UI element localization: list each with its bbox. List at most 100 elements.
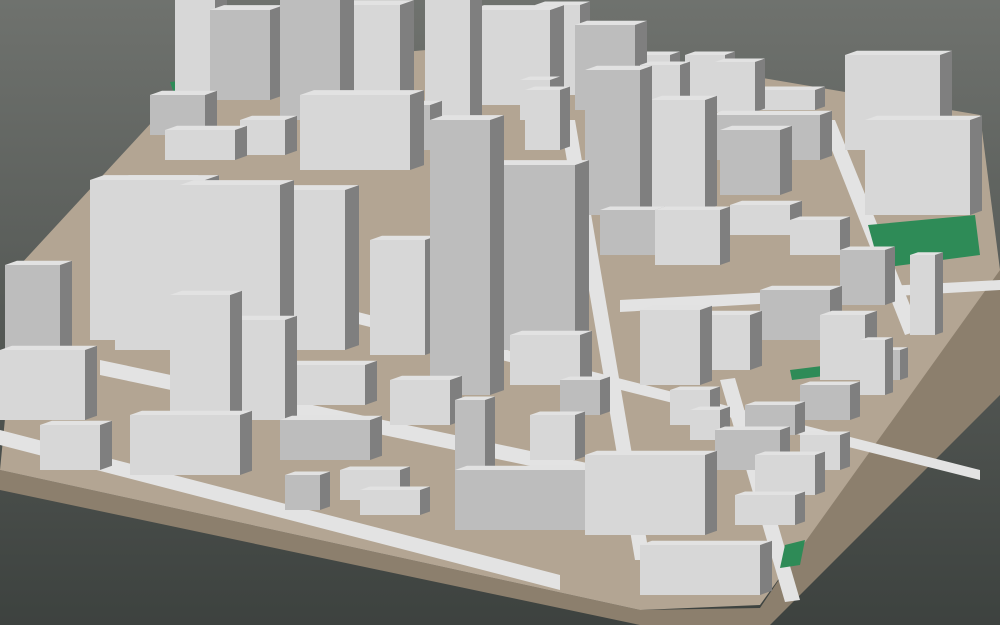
building-front-face: [130, 415, 240, 475]
building-front-face: [600, 210, 655, 255]
building: [5, 260, 72, 360]
building-side-face: [705, 450, 717, 535]
building-front-face: [730, 205, 790, 235]
building-roof: [760, 285, 842, 290]
building-front-face: [640, 545, 760, 595]
building: [390, 375, 462, 425]
building-side-face: [575, 160, 589, 350]
building-front-face: [5, 265, 60, 360]
building-side-face: [60, 260, 72, 360]
building: [165, 125, 247, 160]
building-front-face: [560, 380, 600, 415]
building-front-face: [40, 425, 100, 470]
building-roof: [390, 375, 462, 380]
building-front-face: [790, 220, 840, 255]
building-side-face: [370, 415, 382, 460]
building: [655, 206, 730, 265]
building-roof: [280, 415, 382, 420]
building-front-face: [165, 130, 235, 160]
building-front-face: [0, 350, 85, 420]
building-side-face: [760, 540, 772, 595]
building-side-face: [935, 252, 943, 335]
building-side-face: [235, 125, 247, 160]
building-side-face: [705, 95, 717, 210]
building: [240, 115, 297, 155]
building-roof: [710, 110, 832, 115]
building-roof: [510, 330, 592, 335]
building-side-face: [575, 411, 585, 460]
building-roof: [845, 50, 952, 55]
building-side-face: [795, 401, 805, 435]
building-roof: [720, 125, 792, 130]
building-side-face: [780, 125, 792, 195]
building: [40, 420, 112, 470]
building: [790, 216, 850, 255]
building: [370, 235, 437, 355]
building-front-face: [360, 490, 420, 515]
building-roof: [575, 20, 647, 25]
building: [0, 345, 97, 420]
building-front-face: [655, 210, 720, 265]
building-front-face: [390, 380, 450, 425]
building-front-face: [865, 120, 970, 215]
building-side-face: [640, 65, 652, 215]
building-roof: [170, 290, 242, 295]
building: [360, 486, 430, 515]
building-roof: [790, 216, 850, 220]
building: [865, 115, 982, 215]
building-side-face: [885, 337, 893, 395]
building: [585, 65, 652, 215]
building-front-face: [735, 495, 795, 525]
building-side-face: [365, 360, 377, 405]
building-roof: [180, 180, 294, 185]
building-front-face: [525, 90, 560, 150]
building-front-face: [430, 120, 490, 395]
building-front-face: [300, 95, 410, 170]
building-side-face: [320, 471, 330, 510]
building-front-face: [640, 310, 700, 385]
building-side-face: [795, 491, 805, 525]
building: [860, 337, 893, 395]
building-side-face: [285, 115, 297, 155]
building: [585, 450, 717, 535]
building-side-face: [755, 58, 765, 112]
building: [755, 451, 825, 495]
building-roof: [40, 420, 112, 425]
building: [755, 86, 825, 110]
building: [530, 411, 585, 460]
building: [285, 471, 330, 510]
building-front-face: [280, 420, 370, 460]
building: [210, 5, 284, 101]
building-front-face: [210, 10, 270, 100]
building-roof: [640, 305, 712, 310]
building-front-face: [820, 315, 865, 380]
building-front-face: [175, 0, 215, 95]
building-front-face: [650, 100, 705, 210]
building-side-face: [345, 185, 359, 350]
building: [525, 86, 570, 150]
building-side-face: [750, 310, 762, 370]
building-side-face: [840, 431, 850, 470]
building-side-face: [700, 305, 712, 385]
building-side-face: [85, 345, 97, 420]
building-side-face: [600, 376, 610, 415]
building: [720, 125, 792, 195]
building-front-face: [455, 470, 605, 530]
building-roof: [585, 450, 717, 455]
building-front-face: [755, 455, 815, 495]
building-side-face: [100, 420, 112, 470]
building-front-face: [715, 62, 755, 112]
building-roof: [340, 466, 410, 470]
building-front-face: [910, 255, 935, 335]
building-front-face: [285, 475, 320, 510]
building: [300, 90, 424, 170]
building-side-face: [420, 486, 430, 515]
building: [640, 305, 712, 385]
building-roof: [800, 381, 860, 385]
building: [560, 376, 610, 415]
building: [735, 491, 805, 525]
building-roof: [0, 345, 97, 350]
building-side-face: [285, 315, 297, 420]
building-roof: [470, 5, 564, 10]
building-side-face: [560, 86, 570, 150]
